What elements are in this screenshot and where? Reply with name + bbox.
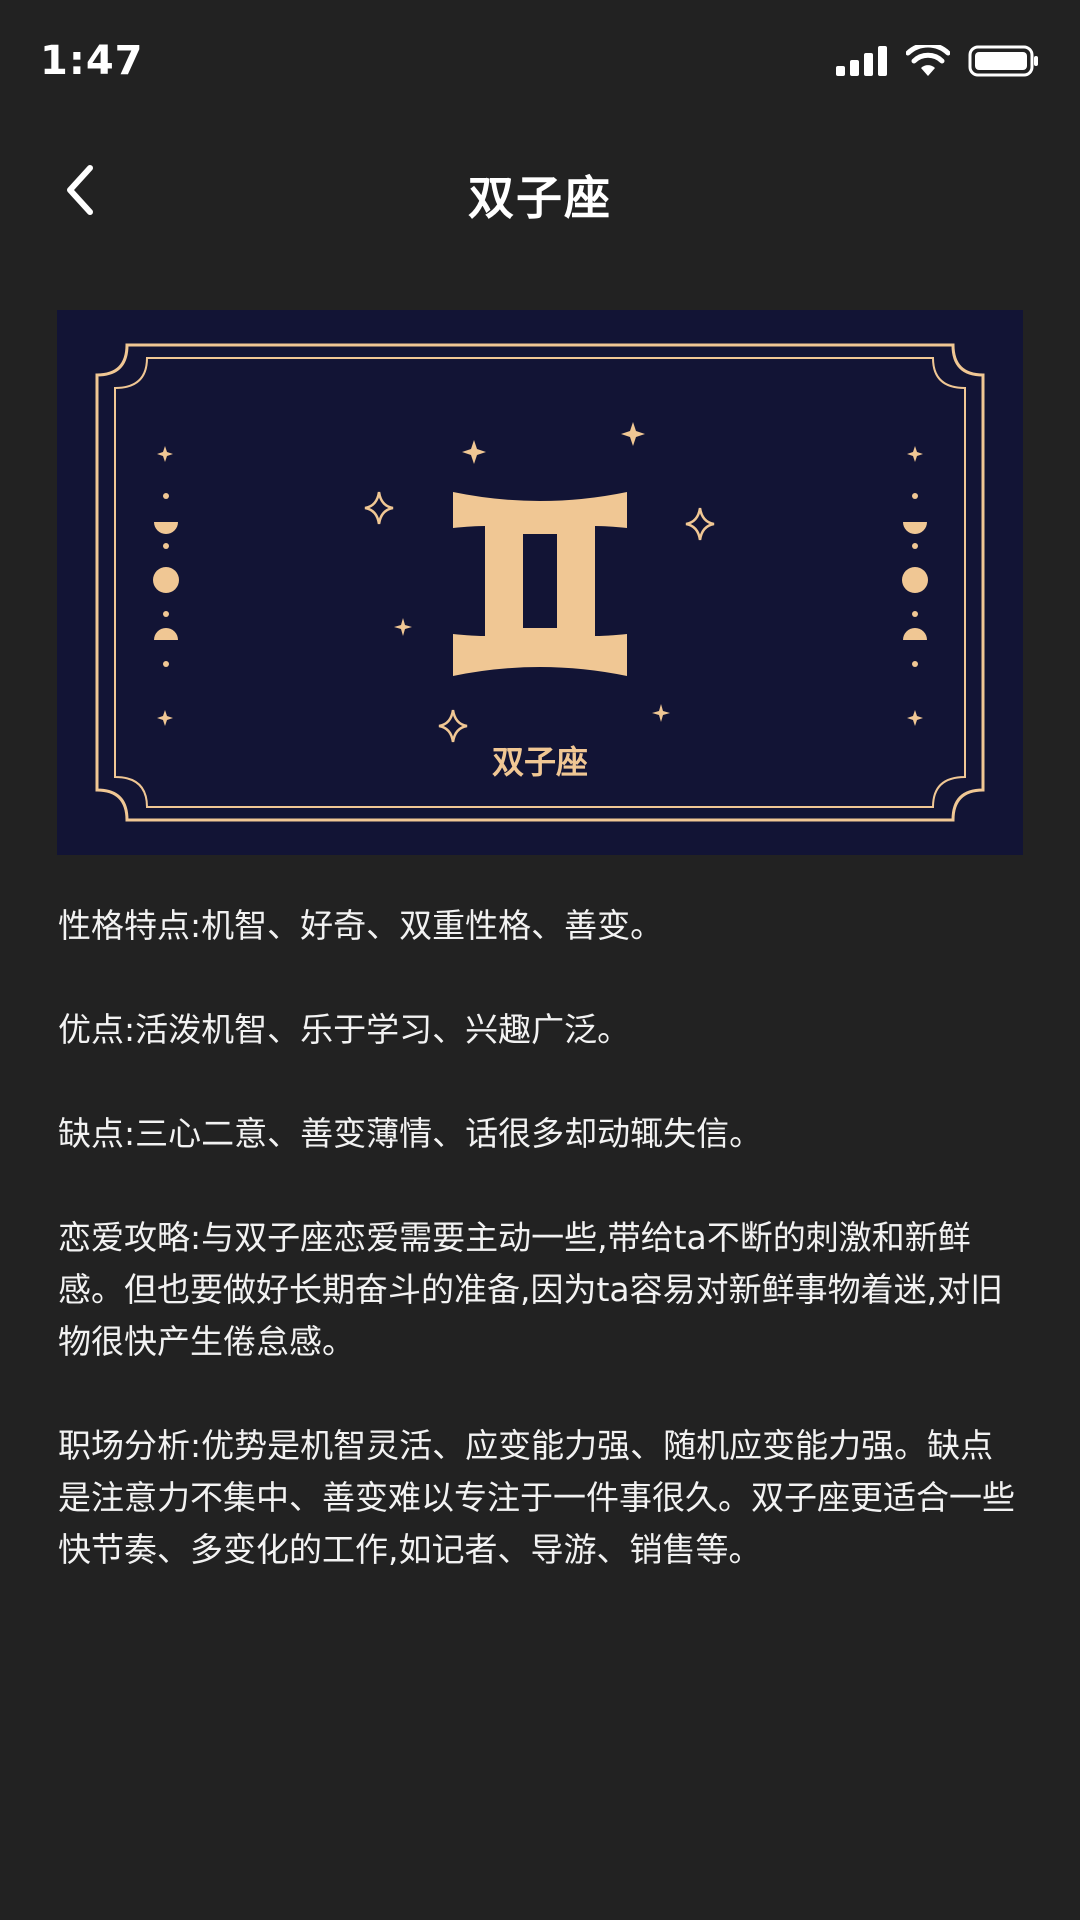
- personality-traits: 性格特点:机智、好奇、双重性格、善变。: [58, 906, 664, 945]
- nav-bar: 双子座: [0, 140, 1080, 240]
- banner-inner-frame: [114, 357, 966, 808]
- wifi-icon: [906, 45, 950, 76]
- moon-phases-left-icon: [153, 446, 179, 726]
- gemini-symbol-icon: [453, 492, 627, 676]
- moon-phases-right-icon: [902, 446, 928, 726]
- corner-moon-icon: [74, 798, 102, 832]
- banner-label: 双子座: [492, 743, 588, 781]
- battery-icon: [968, 45, 1038, 77]
- status-time: 1:47: [40, 38, 144, 84]
- corner-moon-icon: [978, 798, 1006, 832]
- career-analysis: 职场分析:优势是机智灵活、应变能力强、随机应变能力强。缺点是注意力不集中、善变难…: [58, 1426, 1015, 1569]
- status-icons: [836, 45, 1040, 77]
- zodiac-banner: 双子座: [57, 310, 1023, 855]
- corner-moon-icon: [978, 333, 1006, 367]
- sparkle-small-icon: [394, 422, 670, 722]
- signal-icon: [836, 46, 887, 76]
- strengths: 优点:活泼机智、乐于学习、兴趣广泛。: [58, 1010, 631, 1049]
- zodiac-description: 性格特点:机智、好奇、双重性格、善变。 优点:活泼机智、乐于学习、兴趣广泛。 缺…: [58, 900, 1018, 1628]
- weaknesses: 缺点:三心二意、善变薄情、话很多却动辄失信。: [58, 1114, 763, 1153]
- love-advice: 恋爱攻略:与双子座恋爱需要主动一些,带给ta不断的刺激和新鲜感。但也要做好长期奋…: [58, 1218, 1004, 1361]
- corner-moon-icon: [74, 333, 102, 367]
- page-title: 双子座: [468, 171, 612, 225]
- status-bar: 1:47: [0, 0, 1080, 130]
